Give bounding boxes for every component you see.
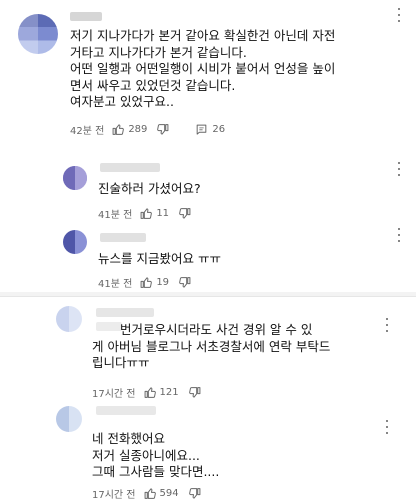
like-icon[interactable] — [112, 123, 125, 136]
avatar[interactable] — [63, 166, 87, 190]
reply-item: 네 전화했어요 저거 실종아니에요... 그때 그사람들 맞다면.... 17시… — [0, 396, 416, 501]
dislike-icon[interactable] — [156, 123, 169, 136]
comment-actions: 17시간 전 594 — [92, 485, 201, 501]
like-count: 594 — [159, 487, 179, 499]
comment-time: 42분 전 — [70, 125, 105, 137]
like-count: 19 — [156, 276, 170, 288]
avatar[interactable] — [56, 306, 82, 332]
comment-text: 진술하러 가셨어요? — [98, 181, 201, 196]
reply-item: 번거로우시더라도 사건 경위 알 수 있 게 아버님 블로그나 서초경찰서에 연… — [0, 296, 416, 400]
dislike-icon[interactable] — [188, 487, 201, 500]
reply-item: 진술하러 가셨어요? 41분 전 11 — [0, 152, 416, 222]
like-icon[interactable] — [140, 207, 153, 220]
comment-actions: 41분 전 19 — [98, 274, 191, 290]
like-count: 11 — [156, 207, 170, 219]
comment-time: 41분 전 — [98, 209, 133, 221]
more-options-icon[interactable] — [396, 8, 402, 22]
comment-time: 41분 전 — [98, 278, 133, 290]
comment-time: 17시간 전 — [92, 489, 136, 501]
author-name-blurred[interactable] — [96, 308, 154, 317]
comment-actions: 42분 전 289 26 — [70, 121, 225, 137]
more-options-icon[interactable] — [396, 162, 402, 176]
more-options-icon[interactable] — [396, 228, 402, 242]
comment-text: 뉴스를 지금봤어요 ㅠㅠ — [98, 251, 221, 266]
dislike-icon[interactable] — [178, 276, 191, 289]
avatar[interactable] — [18, 14, 58, 54]
dislike-icon[interactable] — [178, 207, 191, 220]
author-name-blurred[interactable] — [70, 12, 102, 21]
reply-icon[interactable] — [195, 123, 208, 136]
reply-item: 뉴스를 지금봤어요 ㅠㅠ 41분 전 19 — [0, 222, 416, 292]
avatar[interactable] — [63, 230, 87, 254]
avatar[interactable] — [56, 406, 82, 432]
reply-count: 26 — [212, 123, 226, 135]
comment-thread: 저기 지나가다가 본거 같아요 확실한건 아닌데 자전 거타고 지나가다가 본거… — [0, 0, 416, 145]
comment-text: 네 전화했어요 저거 실종아니에요... 그때 그사람들 맞다면.... — [92, 431, 220, 479]
author-name-blurred[interactable] — [100, 233, 146, 242]
author-name-blurred[interactable] — [96, 406, 156, 415]
like-icon[interactable] — [144, 487, 157, 500]
comment-actions: 41분 전 11 — [98, 205, 191, 221]
comment-text: 저기 지나가다가 본거 같아요 확실한건 아닌데 자전 거타고 지나가다가 본거… — [70, 28, 336, 109]
author-name-blurred[interactable] — [100, 163, 160, 172]
like-icon[interactable] — [140, 276, 153, 289]
comment-text: 번거로우시더라도 사건 경위 알 수 있 게 아버님 블로그나 서초경찰서에 연… — [92, 322, 331, 370]
like-count: 289 — [128, 123, 148, 135]
